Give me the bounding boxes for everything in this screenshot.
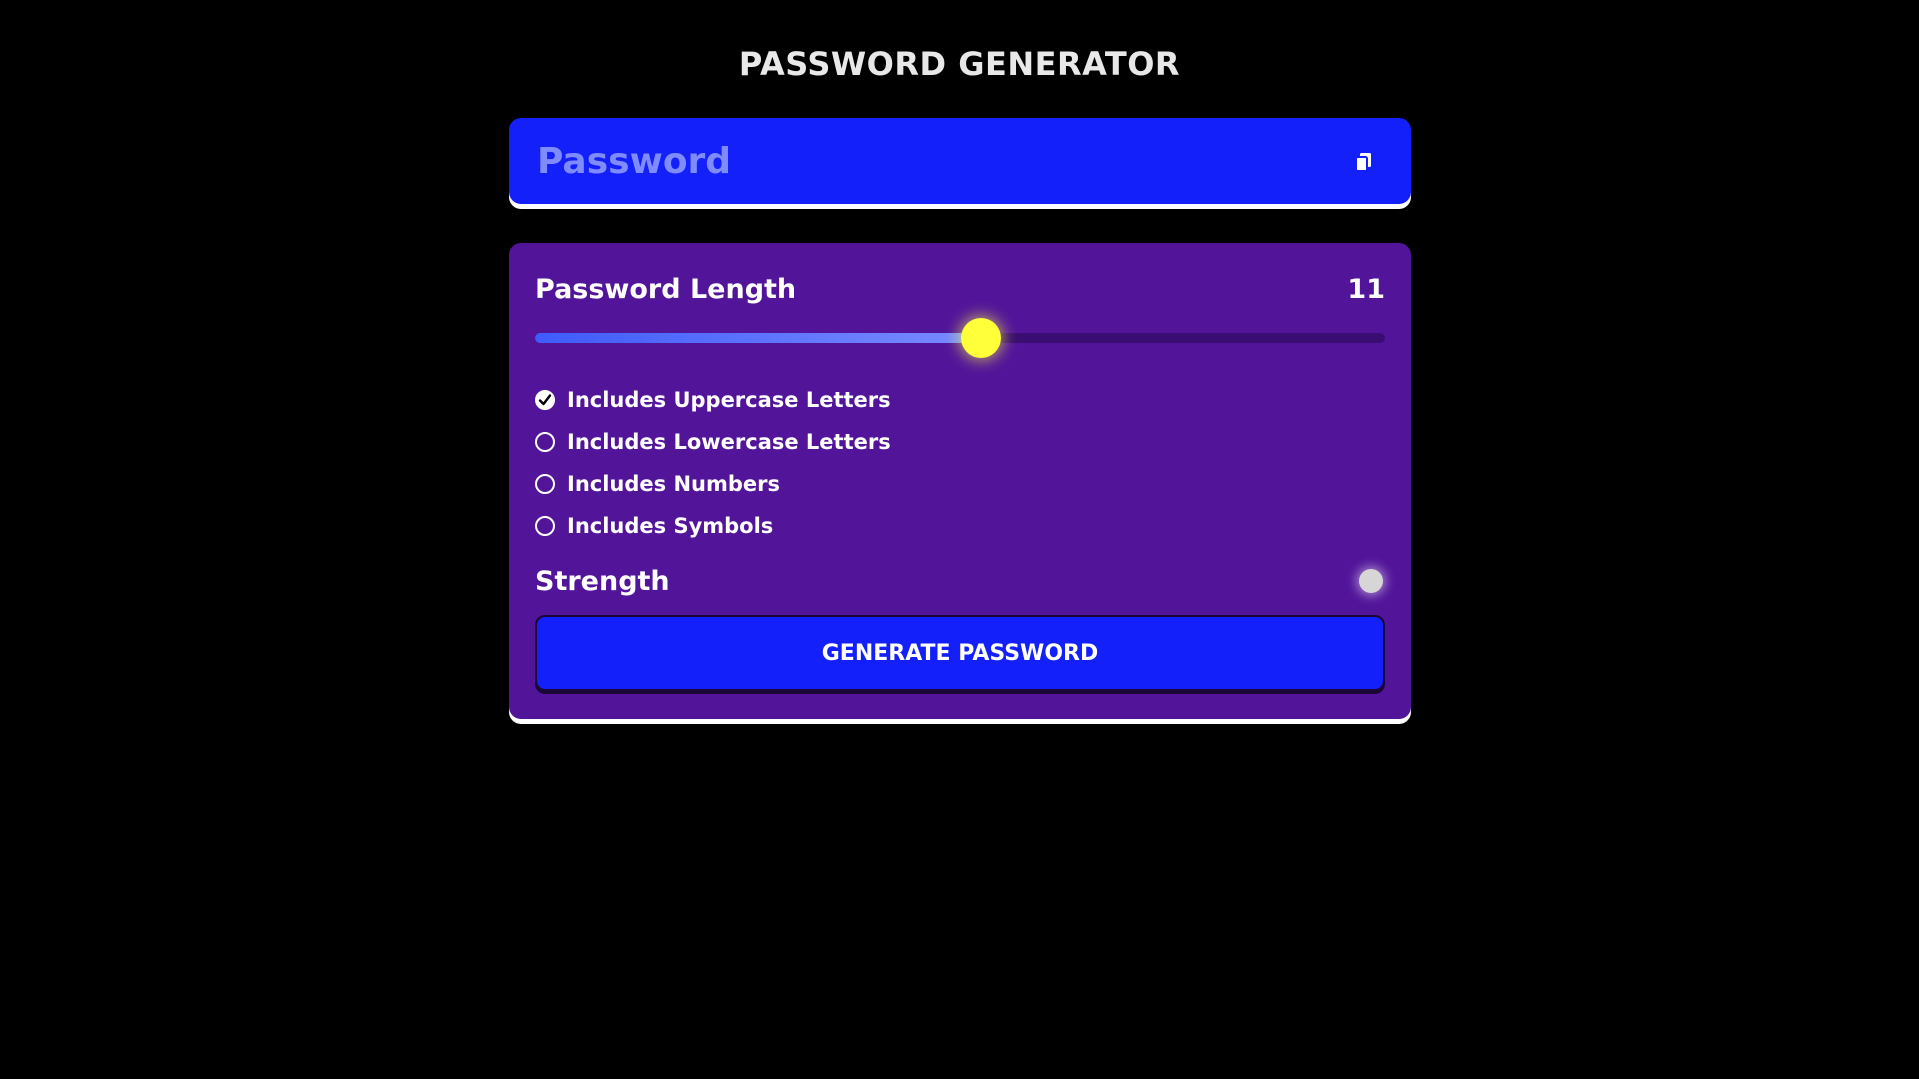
settings-panel: Password Length 11 Includes Uppercase Le… [509, 243, 1411, 719]
option-label: Includes Symbols [567, 514, 774, 538]
generate-password-button[interactable]: GENERATE PASSWORD [535, 615, 1385, 691]
option-numbers[interactable]: Includes Numbers [535, 463, 891, 505]
option-label: Includes Lowercase Letters [567, 430, 891, 454]
strength-label: Strength [535, 565, 670, 597]
uppercase-checkbox[interactable] [535, 390, 555, 410]
password-display [509, 118, 1411, 204]
length-row: Password Length 11 [535, 271, 1385, 307]
strength-row: Strength [535, 561, 1385, 601]
slider-fill [535, 333, 982, 343]
option-symbols[interactable]: Includes Symbols [535, 505, 891, 547]
option-label: Includes Numbers [567, 472, 780, 496]
page-title: PASSWORD GENERATOR [738, 45, 1181, 83]
password-field[interactable] [537, 134, 1297, 188]
numbers-checkbox[interactable] [535, 474, 555, 494]
slider-thumb[interactable] [961, 318, 1002, 358]
symbols-checkbox[interactable] [535, 516, 555, 536]
strength-indicator [1359, 569, 1383, 593]
option-uppercase[interactable]: Includes Uppercase Letters [535, 379, 891, 421]
length-value: 11 [1347, 273, 1385, 305]
copy-button[interactable] [1343, 142, 1383, 182]
page: PASSWORD GENERATOR Password Length 11 In… [0, 0, 1919, 1079]
options-list: Includes Uppercase Letters Includes Lowe… [535, 379, 891, 547]
lowercase-checkbox[interactable] [535, 432, 555, 452]
copy-icon [1355, 153, 1371, 172]
option-label: Includes Uppercase Letters [567, 388, 891, 412]
length-label: Password Length [535, 273, 797, 305]
checkmark-icon [538, 394, 552, 406]
option-lowercase[interactable]: Includes Lowercase Letters [535, 421, 891, 463]
length-slider[interactable] [535, 318, 1385, 358]
